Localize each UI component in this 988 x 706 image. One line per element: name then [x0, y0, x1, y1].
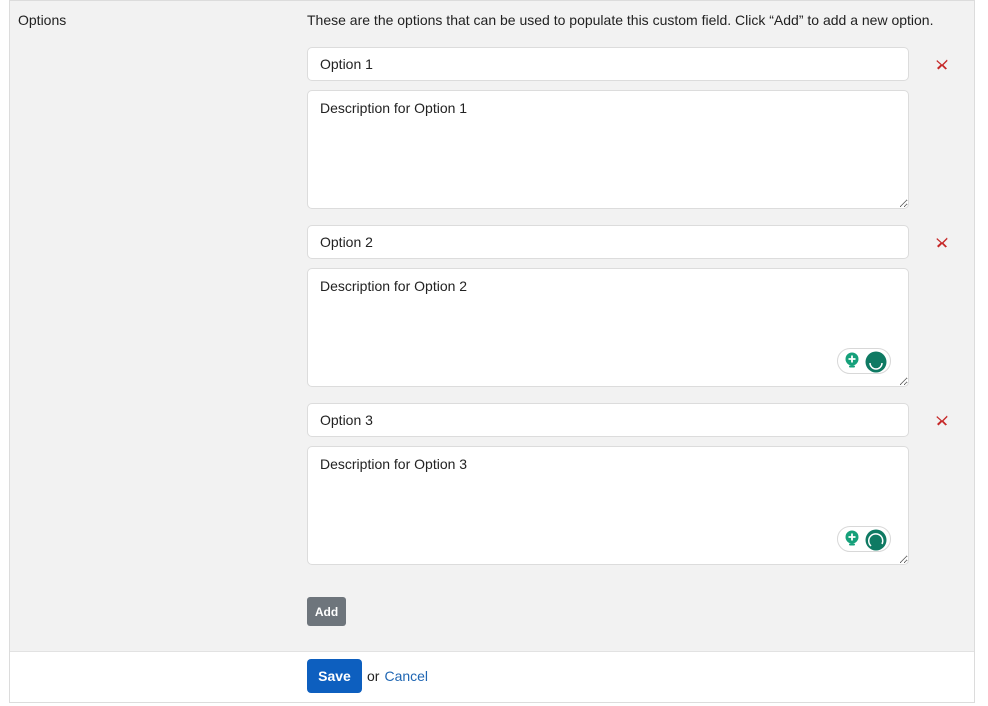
grammar-assistant-icon[interactable]	[865, 351, 887, 373]
add-option-button[interactable]: Add	[307, 597, 346, 626]
lightbulb-icon[interactable]	[844, 352, 860, 370]
save-button[interactable]: Save	[307, 659, 362, 693]
writing-assistant-widget[interactable]	[837, 348, 891, 374]
remove-x-icon[interactable]	[934, 234, 950, 250]
option-3-description-textarea[interactable]: Description for Option 3	[307, 446, 909, 565]
option-2-description-textarea[interactable]: Description for Option 2	[307, 268, 909, 387]
writing-assistant-widget[interactable]	[837, 526, 891, 552]
option-3-name-input[interactable]	[307, 403, 909, 437]
option-1-description-textarea[interactable]: Description for Option 1	[307, 90, 909, 209]
custom-field-form: Options These are the options that can b…	[9, 0, 975, 703]
form-actions: Save or Cancel	[307, 659, 428, 693]
options-row: Options These are the options that can b…	[10, 0, 974, 652]
option-2-name-input[interactable]	[307, 225, 909, 259]
lightbulb-icon[interactable]	[844, 530, 860, 548]
option-1-name-input[interactable]	[307, 47, 909, 81]
or-separator: or	[367, 668, 380, 684]
options-help-text: These are the options that can be used t…	[307, 12, 934, 28]
cancel-link[interactable]: Cancel	[384, 668, 428, 684]
remove-x-icon[interactable]	[934, 56, 950, 72]
options-label: Options	[18, 12, 67, 28]
grammar-assistant-icon[interactable]	[865, 529, 887, 551]
remove-x-icon[interactable]	[934, 412, 950, 428]
